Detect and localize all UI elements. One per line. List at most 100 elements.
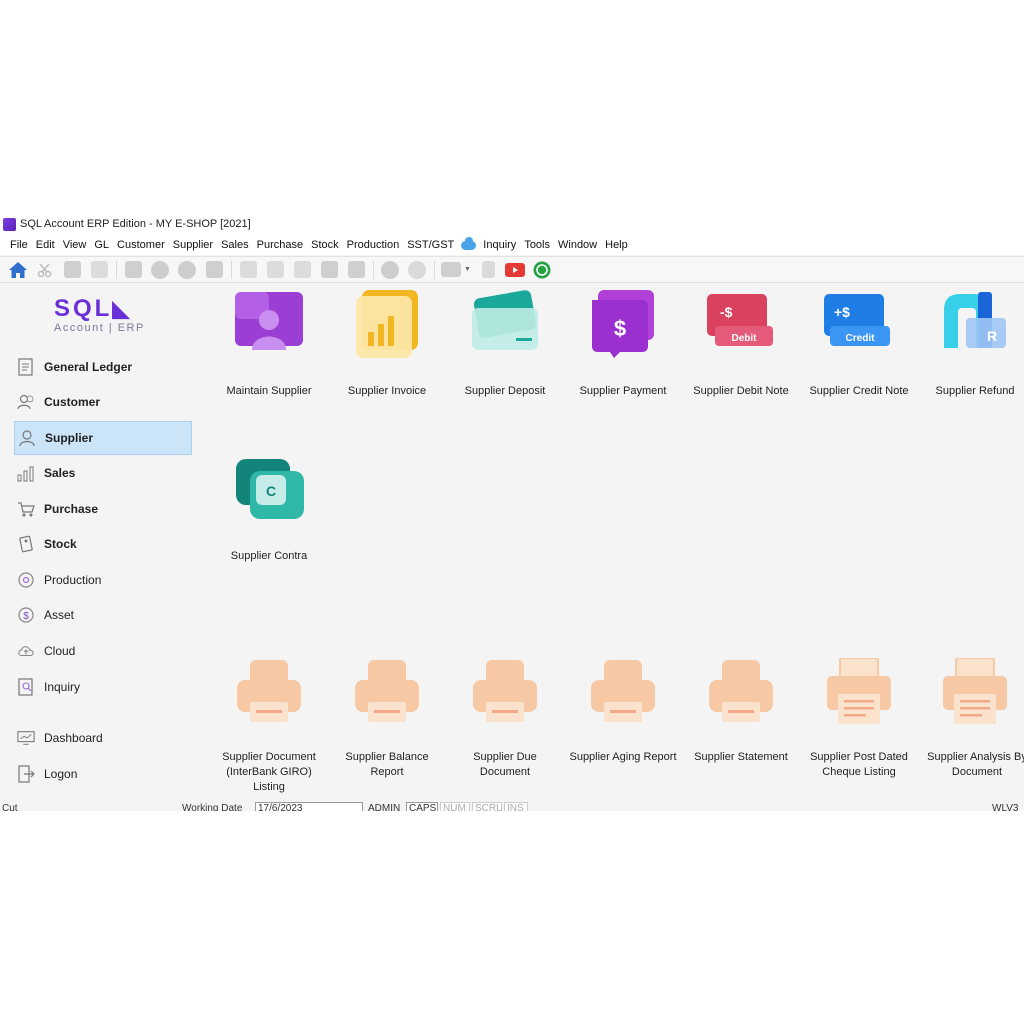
report-supplier-due-document[interactable]: Supplier Due Document — [446, 658, 564, 798]
menu-window[interactable]: Window — [558, 239, 597, 251]
tile-supplier-invoice[interactable]: Supplier Invoice — [328, 290, 446, 400]
tile-label: Supplier Aging Report — [569, 751, 677, 763]
cut-icon[interactable] — [35, 260, 55, 280]
sidebar-item-stock[interactable]: Stock — [14, 527, 192, 561]
tile-supplier-credit-note[interactable]: +$ Credit Supplier Credit Note — [800, 290, 918, 400]
window-title: SQL Account ERP Edition - MY E-SHOP [202… — [20, 218, 251, 230]
cart-icon — [17, 500, 35, 518]
print-icon[interactable]: ▼ — [441, 260, 471, 280]
tile-supplier-debit-note[interactable]: -$ Debit Supplier Debit Note — [682, 290, 800, 400]
tile-maintain-supplier[interactable]: Maintain Supplier — [210, 290, 328, 400]
report-supplier-aging[interactable]: Supplier Aging Report — [564, 658, 682, 798]
menu-view[interactable]: View — [63, 239, 87, 251]
paste-icon[interactable] — [89, 260, 109, 280]
last-record-icon[interactable] — [204, 260, 224, 280]
report-supplier-analysis-by-document[interactable]: Supplier Analysis By Document — [916, 658, 1024, 798]
tile-label: Supplier Invoice — [347, 385, 427, 397]
menu-file[interactable]: File — [10, 239, 28, 251]
sidebar-item-general-ledger[interactable]: General Ledger — [14, 350, 192, 384]
new-icon[interactable] — [238, 260, 258, 280]
tile-label: Supplier Post Dated Cheque Listing — [810, 751, 908, 778]
sidebar-item-label: General Ledger — [44, 360, 133, 374]
production-icon — [17, 571, 35, 589]
menu-gl[interactable]: GL — [94, 239, 109, 251]
cancel-icon[interactable] — [346, 260, 366, 280]
tile-label: Supplier Statement — [694, 751, 788, 763]
menu-edit[interactable]: Edit — [36, 239, 55, 251]
svg-text:$: $ — [23, 611, 29, 622]
sidebar-item-label: Stock — [44, 537, 77, 551]
menu-inquiry[interactable]: Inquiry — [483, 239, 516, 251]
menu-bar: File Edit View GL Customer Supplier Sale… — [0, 235, 1024, 255]
sidebar-item-dashboard[interactable]: Dashboard — [14, 721, 192, 755]
sidebar-item-label: Dashboard — [44, 731, 103, 745]
sidebar-item-inquiry[interactable]: Inquiry — [14, 670, 192, 704]
tile-supplier-deposit[interactable]: Supplier Deposit — [446, 290, 564, 400]
tile-label: Supplier Due Document — [473, 751, 537, 778]
debit-note-icon: -$ Debit — [707, 294, 773, 346]
sidebar-item-customer[interactable]: Customer — [14, 385, 192, 419]
edit-icon[interactable] — [265, 260, 285, 280]
first-record-icon[interactable] — [123, 260, 143, 280]
logo-main-text: SQL◣ — [54, 295, 133, 322]
tile-label: Supplier Debit Note — [693, 385, 789, 397]
tile-label: Supplier Balance Report — [345, 751, 429, 778]
sidebar-item-asset[interactable]: $ Asset — [14, 598, 192, 632]
menu-help[interactable]: Help — [605, 239, 628, 251]
youtube-icon[interactable] — [505, 260, 525, 280]
save-icon[interactable] — [319, 260, 339, 280]
status-bar: Cut Working Date 17/6/2023 ADMIN CAPS NU… — [0, 802, 1024, 811]
sidebar-item-production[interactable]: Production — [14, 563, 192, 597]
tile-supplier-contra[interactable]: C Supplier Contra — [210, 457, 328, 567]
menu-tools[interactable]: Tools — [524, 239, 550, 251]
tile-label: Supplier Contra — [230, 550, 308, 562]
tile-supplier-payment[interactable]: $ Supplier Payment — [564, 290, 682, 400]
refund-icon: R — [944, 292, 1006, 348]
document-printer-icon — [943, 658, 1007, 724]
svg-text:C: C — [266, 483, 276, 499]
sidebar-item-label: Asset — [44, 608, 75, 622]
sidebar-item-label: Production — [44, 573, 102, 587]
svg-text:+$: +$ — [834, 304, 850, 320]
delete-record-icon[interactable] — [292, 260, 312, 280]
tile-label: Maintain Supplier — [226, 385, 312, 397]
report-supplier-post-dated-cheque[interactable]: Supplier Post Dated Cheque Listing — [800, 658, 918, 798]
report-supplier-balance[interactable]: Supplier Balance Report — [328, 658, 446, 798]
sidebar-item-logon[interactable]: Logon — [14, 757, 192, 791]
report-supplier-statement[interactable]: Supplier Statement — [682, 658, 800, 798]
preview-icon[interactable] — [478, 260, 498, 280]
search-icon[interactable] — [380, 260, 400, 280]
svg-text:R: R — [987, 328, 997, 344]
sidebar-item-label: Inquiry — [44, 680, 81, 694]
menu-supplier[interactable]: Supplier — [173, 239, 213, 251]
tile-supplier-refund[interactable]: R Supplier Refund — [916, 290, 1024, 400]
menu-sst-gst[interactable]: SST/GST — [407, 239, 454, 251]
tile-label: Supplier Refund — [935, 385, 1015, 397]
menu-purchase[interactable]: Purchase — [257, 239, 303, 251]
printer-icon — [473, 660, 537, 722]
copy-icon[interactable] — [62, 260, 82, 280]
svg-text:Credit: Credit — [846, 333, 876, 344]
working-date-field[interactable]: 17/6/2023 — [255, 802, 363, 811]
previous-record-icon[interactable] — [150, 260, 170, 280]
menu-production[interactable]: Production — [347, 239, 400, 251]
home-icon[interactable] — [8, 260, 28, 280]
cloud-icon[interactable] — [461, 236, 477, 250]
status-version: WLV3 — [992, 803, 1019, 811]
sidebar-item-purchase[interactable]: Purchase — [14, 492, 192, 526]
menu-customer[interactable]: Customer — [117, 239, 165, 251]
logon-icon — [17, 765, 35, 783]
report-supplier-document-giro[interactable]: Supplier Document (InterBank GIRO) Listing — [210, 658, 328, 798]
sidebar-item-cloud[interactable]: Cloud — [14, 634, 192, 668]
whatsapp-icon[interactable] — [532, 260, 552, 280]
toolbar-separator — [373, 260, 374, 279]
refresh-icon[interactable] — [407, 260, 427, 280]
cloud-upload-icon — [17, 642, 35, 660]
payment-dollar-icon: $ — [592, 290, 654, 358]
menu-sales[interactable]: Sales — [221, 239, 249, 251]
sidebar-item-supplier[interactable]: Supplier — [14, 421, 192, 455]
menu-stock[interactable]: Stock — [311, 239, 339, 251]
tile-label: Supplier Document (InterBank GIRO) Listing — [222, 751, 316, 793]
sidebar-item-sales[interactable]: Sales — [14, 456, 192, 490]
next-record-icon[interactable] — [177, 260, 197, 280]
